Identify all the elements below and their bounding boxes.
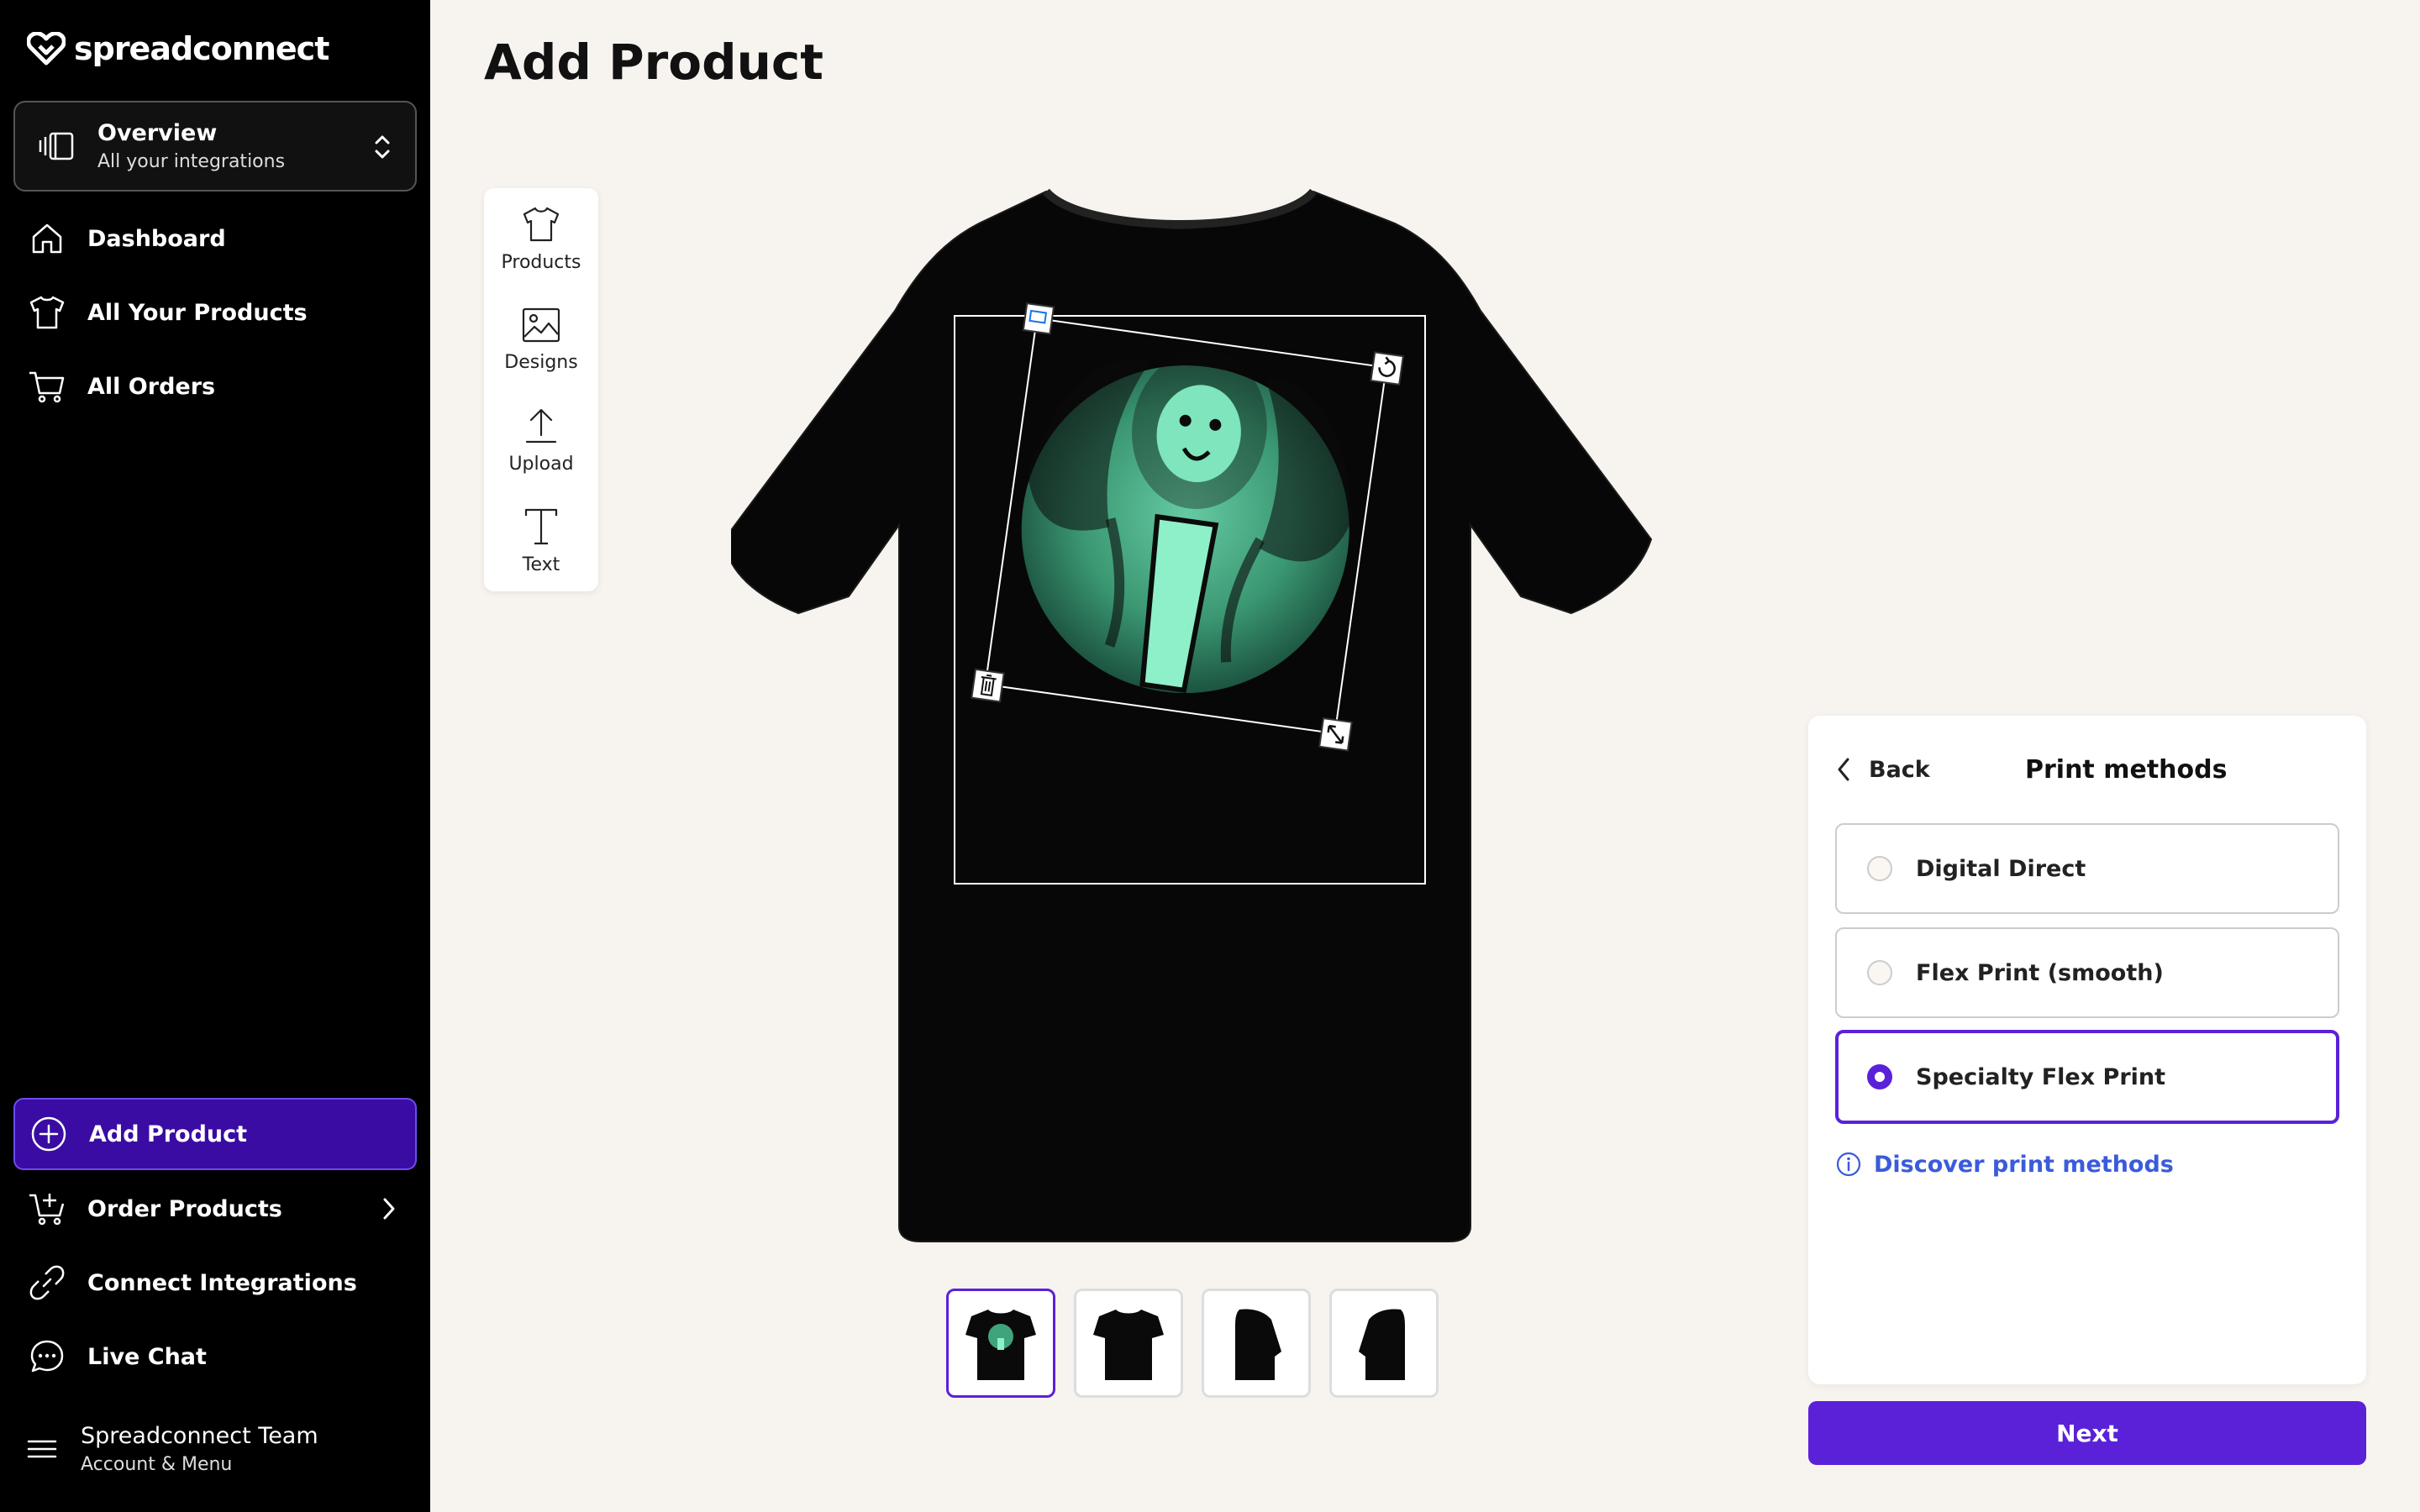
tool-products-label: Products bbox=[501, 251, 581, 273]
tool-designs[interactable]: Designs bbox=[484, 289, 598, 390]
view-thumbnails bbox=[946, 1289, 1439, 1398]
print-option-specialty-flex-print[interactable]: Specialty Flex Print bbox=[1835, 1030, 2339, 1124]
switcher-title: Overview bbox=[97, 120, 218, 146]
account-name: Spreadconnect Team bbox=[81, 1423, 318, 1449]
radio-button[interactable] bbox=[1867, 960, 1892, 985]
nav-dashboard[interactable]: Dashboard bbox=[0, 202, 430, 276]
tool-upload[interactable]: Upload bbox=[484, 390, 598, 491]
text-icon bbox=[524, 508, 558, 544]
nav-order-products-label: Order Products bbox=[87, 1195, 282, 1222]
integrations-icon bbox=[39, 132, 74, 160]
nav-connect-integrations[interactable]: Connect Integrations bbox=[0, 1246, 430, 1320]
thumbnail-front-design[interactable] bbox=[946, 1289, 1055, 1398]
info-icon bbox=[1836, 1152, 1861, 1177]
account-subtitle: Account & Menu bbox=[81, 1454, 233, 1475]
delete-icon[interactable] bbox=[971, 668, 1005, 703]
editor-toolbar: Products Designs Upload Text bbox=[484, 188, 598, 591]
heart-logo-icon bbox=[27, 32, 66, 66]
product-canvas bbox=[723, 176, 1655, 1252]
chevron-up-down-icon bbox=[375, 135, 390, 159]
nav-live-chat-label: Live Chat bbox=[87, 1343, 207, 1370]
tshirt-icon bbox=[27, 292, 67, 333]
chevron-left-icon bbox=[1838, 758, 1849, 781]
rotate-icon[interactable] bbox=[1370, 351, 1405, 386]
nav-live-chat[interactable]: Live Chat bbox=[0, 1320, 430, 1394]
resize-icon[interactable] bbox=[1318, 717, 1353, 752]
cart-plus-icon bbox=[27, 1189, 67, 1229]
home-icon bbox=[27, 218, 67, 259]
tool-designs-label: Designs bbox=[504, 351, 578, 373]
print-option-label: Flex Print (smooth) bbox=[1916, 959, 2164, 986]
print-option-label: Digital Direct bbox=[1916, 855, 2086, 882]
radio-button[interactable] bbox=[1867, 856, 1892, 881]
chat-icon bbox=[27, 1336, 67, 1377]
back-label: Back bbox=[1869, 756, 1930, 783]
nav-add-product-label: Add Product bbox=[89, 1121, 248, 1147]
secondary-nav: Add Product Order Products Connect Integ… bbox=[0, 1098, 430, 1394]
panel-header: Back Print methods bbox=[1835, 749, 2339, 790]
print-option-flex-print-smooth[interactable]: Flex Print (smooth) bbox=[1835, 927, 2339, 1018]
switcher-subtitle: All your integrations bbox=[97, 151, 286, 172]
tshirt-left-side-thumbnail bbox=[1235, 1309, 1281, 1380]
print-methods-panel: Back Print methods Digital Direct Flex P… bbox=[1808, 716, 2366, 1384]
nav-connect-integrations-label: Connect Integrations bbox=[87, 1269, 357, 1296]
integration-switcher[interactable]: Overview All your integrations bbox=[13, 101, 417, 192]
discover-print-methods-link[interactable]: Discover print methods bbox=[1835, 1151, 2174, 1178]
nav-all-orders[interactable]: All Orders bbox=[0, 349, 430, 423]
thumbnail-front[interactable] bbox=[1074, 1289, 1183, 1398]
tool-text-label: Text bbox=[522, 554, 560, 575]
thumbnail-left-side[interactable] bbox=[1202, 1289, 1311, 1398]
page-title: Add Product bbox=[484, 34, 823, 91]
nav-add-product[interactable]: Add Product bbox=[13, 1098, 417, 1170]
menu-icon bbox=[27, 1440, 57, 1458]
back-button[interactable]: Back bbox=[1835, 756, 1930, 783]
print-option-digital-direct[interactable]: Digital Direct bbox=[1835, 823, 2339, 914]
tshirt-front-design-thumbnail bbox=[965, 1310, 1036, 1380]
tool-text[interactable]: Text bbox=[484, 491, 598, 591]
next-button[interactable]: Next bbox=[1808, 1401, 2366, 1465]
upload-icon bbox=[525, 408, 557, 443]
chevron-right-icon bbox=[383, 1198, 395, 1220]
panel-title: Print methods bbox=[2025, 754, 2228, 785]
tool-products[interactable]: Products bbox=[484, 188, 598, 289]
spreadconnect-logo[interactable]: spreadconnect bbox=[27, 30, 329, 67]
layer-icon[interactable] bbox=[1022, 302, 1055, 335]
tshirt-mockup bbox=[723, 188, 1653, 1242]
radio-button-selected[interactable] bbox=[1867, 1064, 1892, 1089]
account-menu[interactable]: Spreadconnect Team Account & Menu bbox=[27, 1423, 318, 1475]
plus-circle-icon bbox=[29, 1114, 69, 1154]
tshirt-right-side-thumbnail bbox=[1359, 1309, 1405, 1380]
sidebar: spreadconnect Overview All your integrat… bbox=[0, 0, 430, 1512]
image-icon bbox=[522, 307, 560, 342]
nav-order-products[interactable]: Order Products bbox=[0, 1172, 430, 1246]
link-icon bbox=[27, 1263, 67, 1303]
nav-all-orders-label: All Orders bbox=[87, 373, 216, 400]
discover-label: Discover print methods bbox=[1874, 1151, 2174, 1178]
tool-upload-label: Upload bbox=[508, 453, 574, 475]
thumbnail-right-side[interactable] bbox=[1329, 1289, 1439, 1398]
tshirt-front-thumbnail bbox=[1093, 1310, 1164, 1380]
nav-all-products[interactable]: All Your Products bbox=[0, 276, 430, 349]
cart-icon bbox=[27, 366, 67, 407]
tshirt-icon bbox=[523, 207, 560, 241]
print-option-label: Specialty Flex Print bbox=[1916, 1063, 2166, 1090]
brand-name: spreadconnect bbox=[74, 30, 329, 67]
primary-nav: Dashboard All Your Products All Orders bbox=[0, 202, 430, 423]
nav-dashboard-label: Dashboard bbox=[87, 225, 226, 252]
nav-all-products-label: All Your Products bbox=[87, 299, 308, 326]
